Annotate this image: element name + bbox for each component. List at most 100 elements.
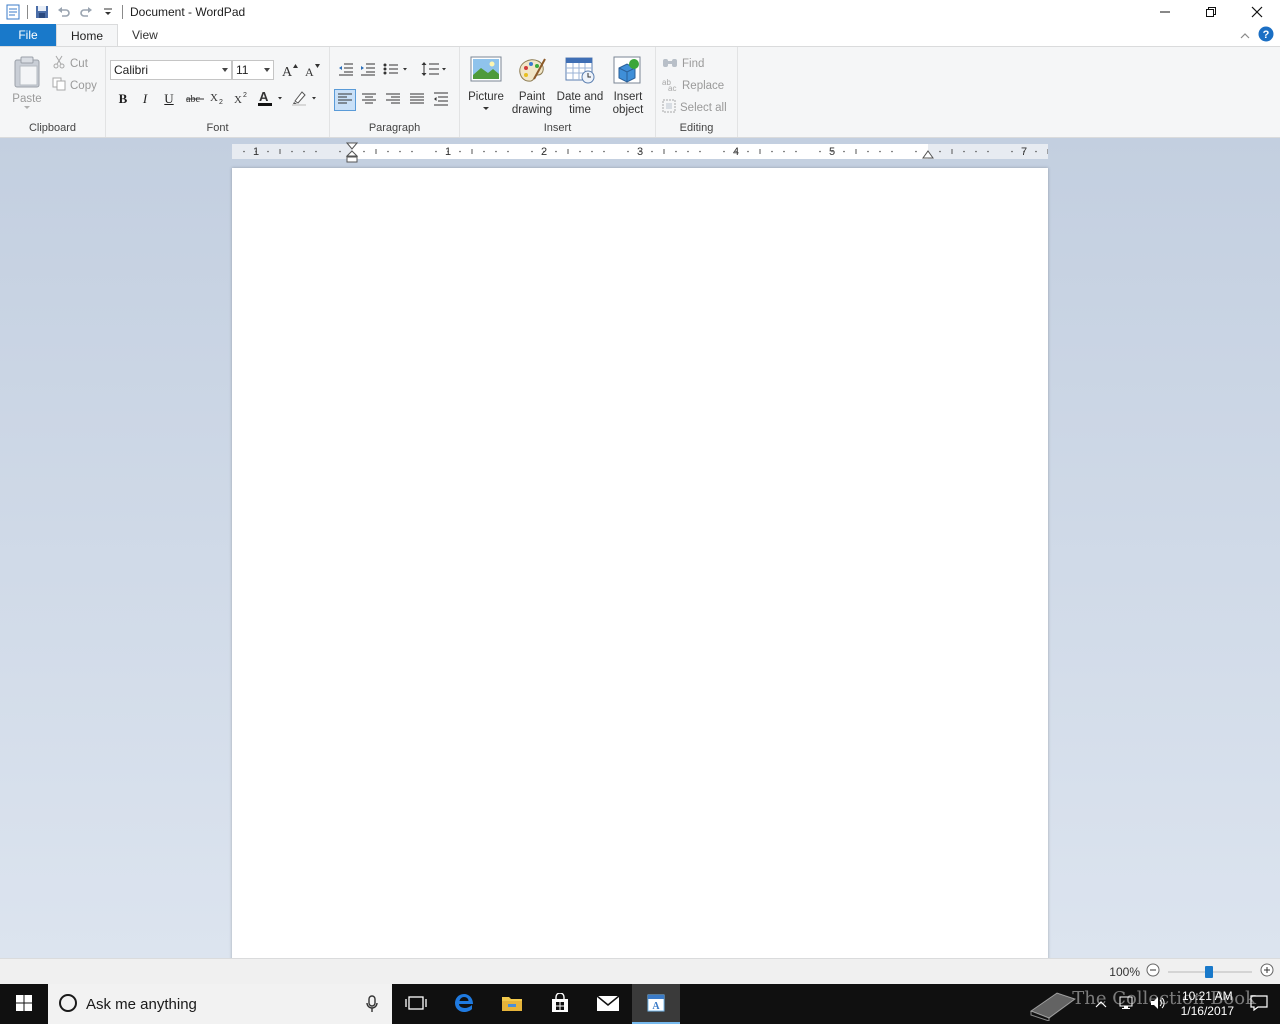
find-button[interactable]: Find	[662, 55, 704, 72]
ruler-tick	[303, 150, 305, 153]
paint-drawing-button[interactable]	[512, 53, 552, 89]
align-left-button[interactable]	[334, 89, 356, 111]
close-button[interactable]	[1234, 0, 1280, 24]
customize-qat-icon[interactable]	[97, 1, 119, 23]
scissors-icon	[52, 55, 66, 72]
replace-icon: ab ac	[662, 77, 678, 94]
windows-logo-icon	[16, 994, 32, 1014]
minimize-button[interactable]	[1142, 0, 1188, 24]
ruler-tick	[783, 150, 785, 153]
tab-home[interactable]: Home	[56, 24, 119, 46]
task-view-button[interactable]	[392, 984, 440, 1024]
ruler-tick	[891, 150, 893, 153]
wordpad-app-icon[interactable]	[2, 1, 24, 23]
select-all-label: Select all	[680, 101, 727, 114]
left-indent-marker[interactable]	[346, 142, 358, 164]
date-time-label[interactable]: Date and time	[554, 91, 606, 117]
ruler-tick	[915, 150, 917, 153]
ruler-tick	[963, 150, 965, 153]
help-icon[interactable]: ?	[1258, 26, 1274, 45]
paste-icon	[13, 56, 41, 91]
italic-button[interactable]: I	[136, 89, 154, 109]
copy-button[interactable]: Copy	[52, 77, 97, 94]
taskbar-wordpad[interactable]: A	[632, 984, 680, 1024]
bullet-list-button[interactable]	[382, 60, 412, 80]
select-all-button[interactable]: Select all	[662, 99, 727, 116]
zoom-level: 100%	[1109, 964, 1140, 979]
document-page[interactable]	[232, 168, 1048, 958]
align-center-icon	[362, 93, 376, 108]
increase-indent-button[interactable]	[358, 60, 378, 80]
taskbar-file-explorer[interactable]	[488, 984, 536, 1024]
paint-drawing-label[interactable]: Paint drawing	[508, 91, 556, 117]
subscript-button[interactable]: X2	[208, 89, 228, 109]
ruler-tick	[339, 150, 341, 153]
font-family-select[interactable]: Calibri	[110, 60, 232, 80]
underline-button[interactable]: U	[160, 89, 178, 109]
font-group: Calibri 11 A A B I U abc X 2 X 2 A Font	[106, 47, 330, 137]
taskbar: Ask me anything A The Collection Book 10…	[0, 984, 1280, 1024]
svg-text:A: A	[282, 65, 293, 78]
svg-text:X: X	[234, 94, 242, 105]
document-workspace[interactable]: 1 1 2 3 4 5 7	[0, 138, 1280, 958]
ruler-tick	[675, 150, 677, 153]
strikethrough-icon: abc	[186, 92, 204, 107]
ruler-tick	[879, 150, 881, 153]
taskbar-edge[interactable]	[440, 984, 488, 1024]
tab-file[interactable]: File	[0, 24, 56, 46]
microphone-icon[interactable]	[366, 995, 378, 1016]
svg-text:ac: ac	[668, 84, 676, 91]
highlighter-icon	[291, 89, 319, 110]
zoom-in-icon[interactable]	[1260, 963, 1274, 980]
replace-button[interactable]: ab ac Replace	[662, 77, 724, 94]
cut-button[interactable]: Cut	[52, 55, 88, 72]
taskbar-mail[interactable]	[584, 984, 632, 1024]
ruler[interactable]: 1 1 2 3 4 5 7	[232, 142, 1048, 163]
ruler-tick	[579, 150, 581, 153]
picture-label[interactable]: Picture	[464, 91, 508, 104]
align-center-button[interactable]	[358, 89, 380, 111]
restore-button[interactable]	[1188, 0, 1234, 24]
grow-font-button[interactable]: A	[280, 61, 300, 81]
align-right-button[interactable]	[382, 89, 404, 111]
redo-icon[interactable]	[75, 1, 97, 23]
insert-object-label[interactable]: Insert object	[606, 91, 650, 117]
minimize-ribbon-icon[interactable]	[1240, 29, 1250, 43]
chevron-down-icon	[264, 68, 270, 72]
paste-button[interactable]: Paste	[8, 53, 46, 113]
font-group-label: Font	[206, 122, 229, 134]
start-button[interactable]	[0, 984, 48, 1024]
qat-separator	[122, 5, 123, 19]
justify-button[interactable]	[406, 89, 428, 111]
line-spacing-icon	[421, 61, 449, 80]
svg-text:2: 2	[219, 99, 223, 105]
right-indent-marker[interactable]	[922, 150, 934, 162]
paragraph-settings-icon	[434, 92, 448, 109]
zoom-slider[interactable]	[1166, 965, 1254, 979]
undo-icon[interactable]	[53, 1, 75, 23]
taskbar-store[interactable]	[536, 984, 584, 1024]
insert-picture-button[interactable]	[466, 53, 506, 89]
date-time-button[interactable]	[560, 53, 600, 89]
zoom-out-icon[interactable]	[1146, 963, 1160, 980]
shrink-font-button[interactable]: A	[302, 61, 322, 81]
bold-button[interactable]: B	[114, 89, 132, 109]
line-spacing-button[interactable]	[420, 60, 450, 80]
ruler-tick	[795, 150, 797, 153]
svg-text:?: ?	[1263, 29, 1270, 41]
paragraph-settings-button[interactable]	[430, 89, 452, 111]
superscript-button[interactable]: X2	[232, 89, 252, 109]
strikethrough-button[interactable]: abc	[184, 89, 206, 109]
highlight-color-button[interactable]	[290, 89, 320, 109]
insert-object-button[interactable]	[608, 53, 648, 89]
tab-view[interactable]: View	[118, 24, 172, 46]
cortana-search-box[interactable]: Ask me anything	[48, 984, 392, 1024]
save-icon[interactable]	[31, 1, 53, 23]
ruler-labels: 1 1 2 3 4 5 7	[253, 146, 1027, 158]
font-family-value: Calibri	[114, 63, 149, 77]
ruler-tick	[435, 150, 437, 153]
text-color-button[interactable]: A	[256, 89, 286, 109]
decrease-indent-button[interactable]	[336, 60, 356, 80]
font-size-select[interactable]: 11	[232, 60, 274, 80]
edge-browser-icon	[453, 992, 475, 1017]
